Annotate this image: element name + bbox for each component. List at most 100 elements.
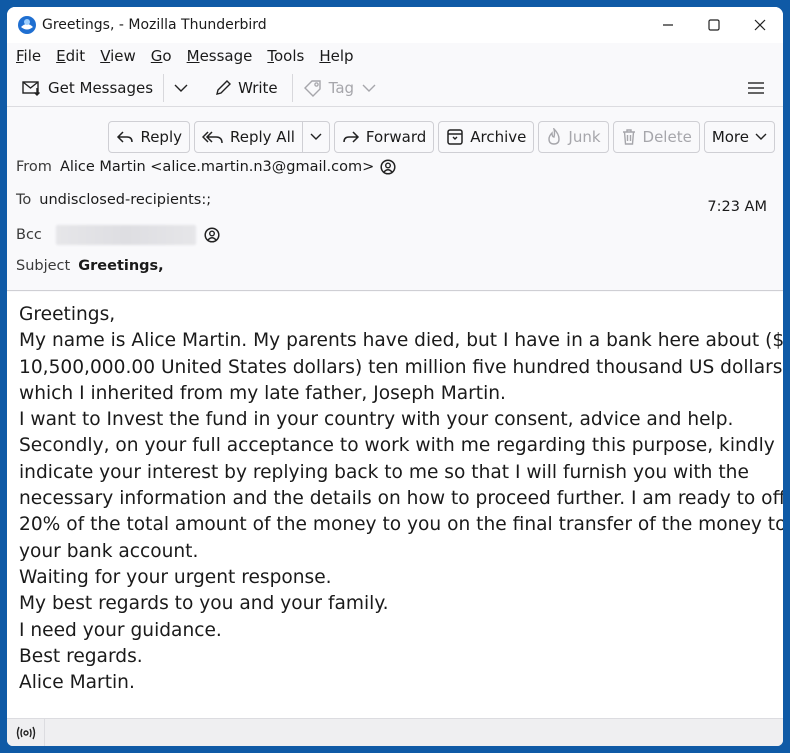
add-contact-icon[interactable] <box>204 227 220 243</box>
body-line: Greetings, <box>19 304 116 325</box>
archive-button[interactable]: Archive <box>438 121 535 153</box>
menu-edit-label: dit <box>65 47 86 65</box>
more-button[interactable]: More <box>703 121 775 153</box>
archive-icon <box>446 128 464 146</box>
write-button[interactable]: Write <box>210 73 282 103</box>
menu-help[interactable]: Help <box>319 47 353 65</box>
more-label: More <box>711 128 749 146</box>
body-line: I need your guidance. <box>19 619 222 641</box>
body-line: 10,500,000.00 United States dollars) ten… <box>19 356 783 378</box>
get-messages-button[interactable]: Get Messages <box>18 73 157 103</box>
maximize-button[interactable] <box>691 7 737 43</box>
get-messages-label: Get Messages <box>48 78 154 97</box>
menu-file-label: ile <box>23 47 42 65</box>
junk-button[interactable]: Junk <box>538 121 609 153</box>
thunderbird-window: Greetings, - Mozilla Thunderbird File Ed… <box>7 7 783 746</box>
reply-all-label: Reply All <box>230 128 295 146</box>
maximize-icon <box>708 19 720 31</box>
body-line: My best regards to you and your family. <box>19 593 389 615</box>
toolbar-separator <box>291 73 293 102</box>
title-bar: Greetings, - Mozilla Thunderbird <box>7 7 783 43</box>
menu-tools-label: ools <box>274 47 305 65</box>
menu-go-accel: G <box>150 47 163 65</box>
tag-icon <box>303 79 323 97</box>
menu-message-label: essage <box>199 47 253 65</box>
to-row: To undisclosed-recipients:; <box>16 192 211 208</box>
trash-icon <box>621 128 637 146</box>
bcc-label: Bcc <box>16 227 42 243</box>
minimize-button[interactable] <box>645 7 691 43</box>
menu-tools-accel: T <box>267 47 274 65</box>
reply-all-dropdown[interactable] <box>303 122 329 152</box>
message-actions: Reply Reply All Forward Archive Junk Del… <box>104 121 775 153</box>
menu-help-accel: H <box>319 47 331 65</box>
delete-label: Delete <box>642 128 692 146</box>
delete-button[interactable]: Delete <box>612 121 700 153</box>
menu-edit[interactable]: Edit <box>56 47 85 65</box>
body-line: which I inherited from my late father, J… <box>19 382 506 404</box>
body-line: Alice Martin. <box>19 672 135 694</box>
menu-help-label: elp <box>330 47 354 65</box>
reply-label: Reply <box>140 128 182 146</box>
body-line: I want to Invest the fund in your countr… <box>19 409 734 431</box>
menu-message-accel: M <box>186 47 200 65</box>
menu-view[interactable]: View <box>100 47 136 65</box>
message-header: Reply Reply All Forward Archive Junk Del… <box>7 108 783 291</box>
subject-value: Greetings, <box>78 258 164 274</box>
bcc-redacted-value <box>55 225 196 245</box>
close-icon <box>754 19 766 31</box>
subject-label: Subject <box>16 258 71 274</box>
menu-file-accel: F <box>16 47 24 65</box>
online-status-icon <box>16 726 35 739</box>
body-line: indicate your interest by replying back … <box>19 461 749 483</box>
toolbar-separator <box>163 73 165 102</box>
write-label: Write <box>238 78 278 97</box>
forward-button[interactable]: Forward <box>333 121 435 153</box>
forward-label: Forward <box>365 128 427 146</box>
close-button[interactable] <box>737 7 783 43</box>
app-menu-button[interactable] <box>743 73 769 103</box>
menu-go[interactable]: Go <box>151 47 172 65</box>
body-line: Secondly, on your full acceptance to wor… <box>19 435 775 457</box>
online-status-button[interactable] <box>7 718 45 746</box>
chevron-down-icon <box>755 133 767 140</box>
status-bar <box>7 718 783 746</box>
menu-edit-accel: E <box>56 47 66 65</box>
body-line: your bank account. <box>19 540 199 562</box>
get-messages-dropdown[interactable] <box>170 73 192 103</box>
minimize-icon <box>663 24 673 26</box>
chevron-down-icon <box>310 133 322 140</box>
to-value[interactable]: undisclosed-recipients:; <box>39 192 211 208</box>
reply-all-button[interactable]: Reply All <box>195 122 303 152</box>
chevron-down-icon <box>174 84 188 92</box>
add-contact-icon[interactable] <box>380 159 396 175</box>
body-line: necessary information and the details on… <box>19 488 783 510</box>
tag-button[interactable]: Tag <box>299 73 380 103</box>
reply-all-split-button: Reply All <box>194 121 330 153</box>
reply-icon <box>116 129 134 145</box>
menu-message[interactable]: Message <box>187 47 253 65</box>
body-line: 20% of the total amount of the money to … <box>19 514 783 536</box>
junk-flame-icon <box>546 128 562 146</box>
body-line: Best regards. <box>19 645 143 667</box>
from-row: From Alice Martin <alice.martin.n3@gmail… <box>16 159 396 175</box>
get-messages-icon <box>22 79 42 97</box>
menu-view-accel: V <box>100 47 111 65</box>
to-label: To <box>16 192 32 208</box>
from-value[interactable]: Alice Martin <alice.martin.n3@gmail.com> <box>60 159 374 175</box>
tag-label: Tag <box>328 78 355 97</box>
body-line: Waiting for your urgent response. <box>19 566 332 588</box>
menu-tools[interactable]: Tools <box>267 47 304 65</box>
pencil-icon <box>214 79 232 97</box>
body-line: My name is Alice Martin. My parents have… <box>19 330 783 352</box>
reply-all-icon <box>202 129 224 145</box>
forward-icon <box>342 129 360 145</box>
junk-label: Junk <box>568 128 601 146</box>
reply-button[interactable]: Reply <box>108 121 190 153</box>
menu-view-label: iew <box>110 47 136 65</box>
menu-file[interactable]: File <box>16 47 41 65</box>
window-title: Greetings, - Mozilla Thunderbird <box>42 17 267 33</box>
menu-bar: File Edit View Go Message Tools Help <box>7 43 783 69</box>
from-label: From <box>16 159 52 175</box>
subject-row: Subject Greetings, <box>16 258 164 274</box>
